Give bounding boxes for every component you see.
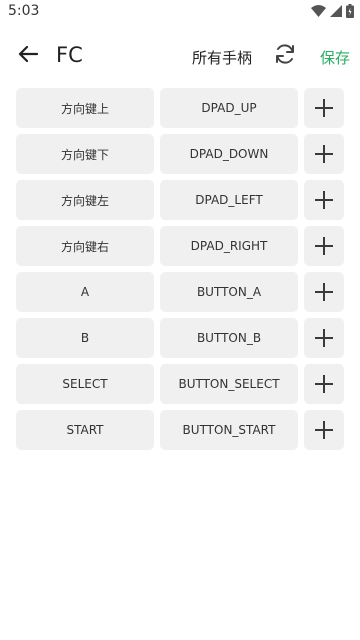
key-code-button[interactable]: BUTTON_B xyxy=(160,318,298,358)
status-icons xyxy=(311,4,354,18)
key-name-button[interactable]: SELECT xyxy=(16,364,154,404)
add-mapping-button[interactable] xyxy=(304,134,344,174)
mapping-row: SELECT BUTTON_SELECT xyxy=(16,364,344,404)
mapping-row: 方向键上 DPAD_UP xyxy=(16,88,344,128)
arrow-left-icon xyxy=(18,45,39,67)
wifi-icon xyxy=(311,5,326,17)
plus-icon xyxy=(315,145,333,163)
back-button[interactable] xyxy=(14,42,42,70)
status-time: 5:03 xyxy=(8,3,40,19)
plus-icon xyxy=(315,375,333,393)
plus-icon xyxy=(315,237,333,255)
save-button[interactable]: 保存 xyxy=(320,47,350,68)
add-mapping-button[interactable] xyxy=(304,318,344,358)
key-code-button[interactable]: DPAD_UP xyxy=(160,88,298,128)
mapping-row: 方向键下 DPAD_DOWN xyxy=(16,134,344,174)
mapping-row: A BUTTON_A xyxy=(16,272,344,312)
add-mapping-button[interactable] xyxy=(304,226,344,266)
plus-icon xyxy=(315,99,333,117)
app-bar: FC 所有手柄 保存 xyxy=(0,34,360,78)
key-code-button[interactable]: DPAD_LEFT xyxy=(160,180,298,220)
mapping-row: 方向键右 DPAD_RIGHT xyxy=(16,226,344,266)
key-code-button[interactable]: BUTTON_SELECT xyxy=(160,364,298,404)
plus-icon xyxy=(315,283,333,301)
key-code-button[interactable]: BUTTON_A xyxy=(160,272,298,312)
mapping-row: B BUTTON_B xyxy=(16,318,344,358)
plus-icon xyxy=(315,191,333,209)
add-mapping-button[interactable] xyxy=(304,88,344,128)
refresh-button[interactable] xyxy=(272,43,298,69)
key-code-button[interactable]: BUTTON_START xyxy=(160,410,298,450)
status-bar: 5:03 xyxy=(0,0,360,24)
mapping-row: START BUTTON_START xyxy=(16,410,344,450)
key-name-button[interactable]: 方向键右 xyxy=(16,226,154,266)
add-mapping-button[interactable] xyxy=(304,272,344,312)
add-mapping-button[interactable] xyxy=(304,180,344,220)
mapping-row: 方向键左 DPAD_LEFT xyxy=(16,180,344,220)
battery-icon xyxy=(346,4,354,18)
key-name-button[interactable]: 方向键左 xyxy=(16,180,154,220)
plus-icon xyxy=(315,421,333,439)
key-name-button[interactable]: B xyxy=(16,318,154,358)
key-code-button[interactable]: DPAD_DOWN xyxy=(160,134,298,174)
page-title: FC xyxy=(56,43,83,67)
add-mapping-button[interactable] xyxy=(304,410,344,450)
add-mapping-button[interactable] xyxy=(304,364,344,404)
key-name-button[interactable]: A xyxy=(16,272,154,312)
key-name-button[interactable]: 方向键下 xyxy=(16,134,154,174)
controller-filter-label[interactable]: 所有手柄 xyxy=(192,47,252,68)
mapping-list: 方向键上 DPAD_UP 方向键下 DPAD_DOWN 方向键左 DPAD_LEFT 方向键… xyxy=(16,88,344,456)
plus-icon xyxy=(315,329,333,347)
signal-icon xyxy=(330,5,342,17)
key-name-button[interactable]: 方向键上 xyxy=(16,88,154,128)
key-name-button[interactable]: START xyxy=(16,410,154,450)
refresh-icon xyxy=(274,43,296,69)
key-code-button[interactable]: DPAD_RIGHT xyxy=(160,226,298,266)
